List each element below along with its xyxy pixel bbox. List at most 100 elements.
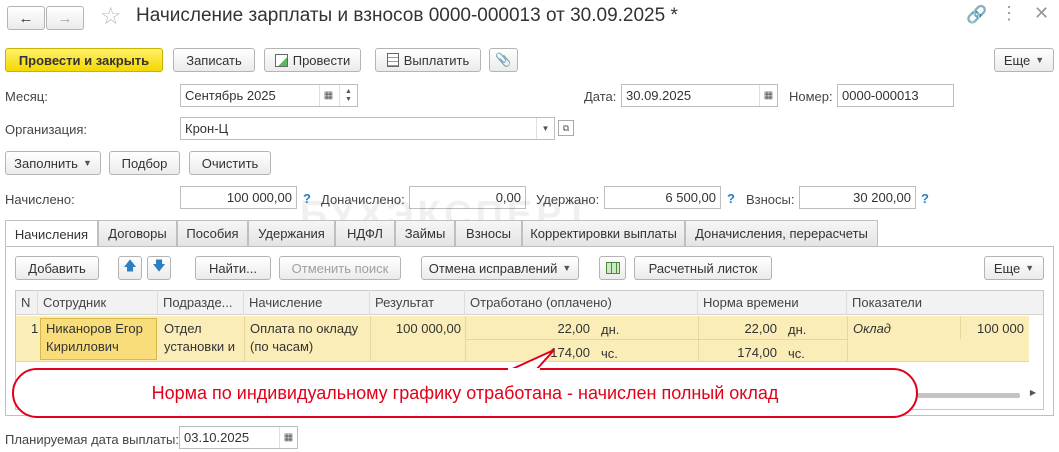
grid-icon (605, 262, 620, 274)
col-divider (465, 316, 466, 362)
move-down-button[interactable]: 🡇 (147, 256, 171, 280)
col-divider (698, 316, 699, 362)
pay-doc-icon (386, 53, 399, 67)
help-icon[interactable]: ? (727, 191, 735, 206)
tab-ndfl[interactable]: НДФЛ (335, 220, 395, 246)
norm-days-value: 22,00 (744, 321, 777, 336)
date-field[interactable]: 30.09.2025 ▦ (621, 84, 778, 107)
clear-button[interactable]: Очистить (189, 151, 271, 175)
link-icon[interactable]: 🔗 (966, 5, 987, 25)
tab-contributions[interactable]: Взносы (455, 220, 522, 246)
calendar-icon[interactable]: ▦ (279, 427, 297, 448)
planned-date-field[interactable]: 03.10.2025 ▦ (179, 426, 298, 449)
chevron-down-icon: ▼ (562, 263, 572, 273)
table-more-button[interactable]: Еще ▼ (984, 256, 1044, 280)
dropdown-arrow-icon[interactable]: ▼ (536, 118, 554, 139)
cancel-corrections-button[interactable]: Отмена исправлений ▼ (421, 256, 579, 280)
spin-updown-icon[interactable]: ▲ ▼ (339, 85, 357, 106)
select-button[interactable]: Подбор (109, 151, 180, 175)
col-result[interactable]: Результат (370, 290, 465, 315)
col-norm[interactable]: Норма времени (698, 290, 847, 315)
accrual-line2: (по часам) (250, 339, 314, 354)
post-button[interactable]: Провести (264, 48, 361, 72)
chevron-down-icon: ▼ (82, 158, 92, 168)
accrued-label: Начислено: (5, 192, 75, 207)
month-field[interactable]: Сентябрь 2025 ▦ ▲ ▼ (180, 84, 358, 107)
indicator-name: Оклад (853, 321, 891, 336)
post-doc-icon (274, 53, 288, 67)
accrual-line1: Оплата по окладу (250, 321, 359, 336)
organization-field[interactable]: Крон-Ц ▼ (180, 117, 555, 140)
department-line1: Отдел (164, 321, 202, 336)
save-button[interactable]: Записать (173, 48, 255, 72)
worked-days-unit: дн. (601, 322, 620, 337)
col-worked[interactable]: Отработано (оплачено) (465, 290, 698, 315)
forward-button[interactable]: → (46, 6, 84, 30)
more-button[interactable]: Еще ▼ (994, 48, 1054, 72)
col-indicators[interactable]: Показатели (847, 290, 1043, 315)
col-n[interactable]: N (16, 290, 38, 315)
tab-deductions[interactable]: Удержания (248, 220, 335, 246)
month-label: Месяц: (5, 89, 48, 104)
tab-loans[interactable]: Займы (395, 220, 455, 246)
department-line2: установки и (164, 339, 236, 354)
post-and-close-button[interactable]: Провести и закрыть (5, 48, 163, 72)
page-title: Начисление зарплаты и взносов 0000-00001… (136, 5, 678, 26)
result-value: 100 000,00 (395, 321, 461, 336)
arrow-right-icon: → (57, 9, 73, 27)
tab-accruals[interactable]: Начисления (5, 220, 98, 247)
withheld-field[interactable]: 6 500,00 (604, 186, 721, 209)
number-field[interactable]: 0000-000013 (837, 84, 954, 107)
contributions-field[interactable]: 30 200,00 (799, 186, 916, 209)
col-divider (370, 316, 371, 362)
row-subdivider (465, 339, 847, 340)
col-divider (847, 316, 848, 362)
open-organization-icon[interactable]: ⧉ (558, 120, 574, 136)
help-icon[interactable]: ? (921, 191, 929, 206)
scroll-right-icon[interactable]: ▶ (1030, 388, 1036, 397)
callout-text: Норма по индивидуальному графику отработ… (151, 382, 779, 403)
add-row-button[interactable]: Добавить (15, 256, 99, 280)
cancel-search-button[interactable]: Отменить поиск (279, 256, 401, 280)
employee-name-line2: Кириллович (46, 339, 119, 354)
calendar-icon[interactable]: ▦ (759, 85, 777, 106)
star-icon[interactable]: ☆ (100, 2, 122, 31)
arrow-down-icon: 🡇 (152, 258, 166, 273)
norm-hours-unit: чс. (788, 346, 805, 361)
accrued-field[interactable]: 100 000,00 (180, 186, 297, 209)
fill-button[interactable]: Заполнить ▼ (5, 151, 101, 175)
calendar-icon[interactable]: ▦ (319, 85, 337, 106)
attach-button[interactable]: 📎 (489, 48, 518, 72)
table-settings-button[interactable] (599, 256, 626, 280)
indicator-value: 100 000 (977, 321, 1024, 336)
col-divider (244, 316, 245, 362)
worked-days-value: 22,00 (557, 321, 590, 336)
col-divider (960, 316, 961, 339)
pay-button[interactable]: Выплатить (375, 48, 481, 72)
back-button[interactable]: ← (7, 6, 45, 30)
organization-label: Организация: (5, 122, 88, 137)
tab-contracts[interactable]: Договоры (98, 220, 177, 246)
tab-benefits[interactable]: Пособия (177, 220, 248, 246)
arrow-left-icon: ← (18, 9, 34, 27)
callout-pointer (508, 349, 555, 374)
payslip-button[interactable]: Расчетный листок (634, 256, 772, 280)
move-up-button[interactable]: 🡅 (118, 256, 142, 280)
employee-name-line1: Никаноров Егор (46, 321, 143, 336)
col-employee[interactable]: Сотрудник (38, 290, 158, 315)
close-icon[interactable]: ✕ (1034, 3, 1049, 24)
tab-payment-corrections[interactable]: Корректировки выплаты (522, 220, 685, 246)
norm-days-unit: дн. (788, 322, 807, 337)
col-accrual[interactable]: Начисление (244, 290, 370, 315)
find-button[interactable]: Найти... (195, 256, 271, 280)
worked-hours-unit: чс. (601, 346, 618, 361)
row-number: 1 (31, 321, 39, 336)
kebab-menu-icon[interactable]: ⋮ (1000, 3, 1018, 24)
arrow-up-icon: 🡅 (123, 258, 137, 273)
chevron-down-icon: ▼ (1035, 55, 1045, 65)
col-department[interactable]: Подразде... (158, 290, 244, 315)
norm-hours-value: 174,00 (737, 345, 777, 360)
number-label: Номер: (789, 89, 833, 104)
date-label: Дата: (584, 89, 617, 104)
tab-recalculations[interactable]: Доначисления, перерасчеты (685, 220, 878, 246)
